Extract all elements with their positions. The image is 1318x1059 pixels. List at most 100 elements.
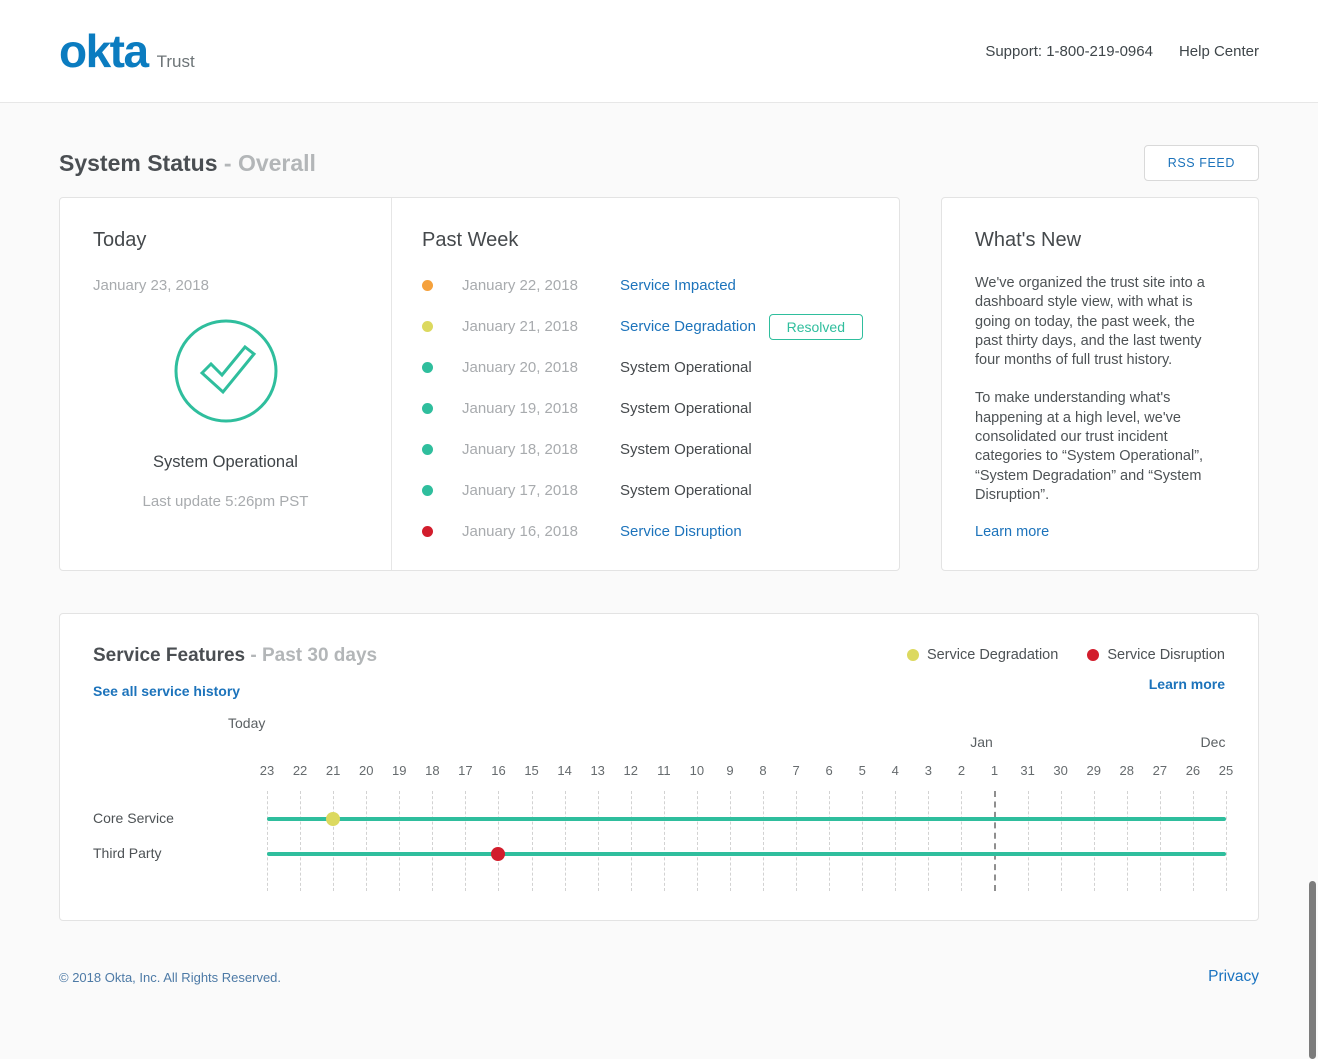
- month-label: Jan: [970, 734, 993, 750]
- axis-tick-label: 12: [624, 763, 638, 778]
- past-week-section: Past Week January 22, 2018Service Impact…: [392, 198, 899, 570]
- gridline: [498, 791, 499, 891]
- incident-dot[interactable]: [491, 847, 505, 861]
- logo[interactable]: okta Trust: [59, 28, 195, 74]
- today-heading: Today: [93, 229, 391, 252]
- whats-new-learn-more-link[interactable]: Learn more: [975, 524, 1049, 540]
- axis-tick-label: 4: [892, 763, 899, 778]
- legend-label: Service Degradation: [927, 647, 1058, 663]
- gridline: [862, 791, 863, 891]
- gridline: [664, 791, 665, 891]
- gridline: [333, 791, 334, 891]
- axis-tick-label: 27: [1153, 763, 1167, 778]
- status-dot: [422, 362, 433, 373]
- past-week-row: January 16, 2018Service Disruption: [422, 511, 863, 552]
- status-dot: [422, 403, 433, 414]
- gridline: [895, 791, 896, 891]
- privacy-link[interactable]: Privacy: [1208, 968, 1259, 986]
- axis-tick-label: 10: [690, 763, 704, 778]
- gridline: [961, 791, 962, 891]
- axis-tick-label: 22: [293, 763, 307, 778]
- status-dot: [422, 321, 433, 332]
- copyright-text: © 2018 Okta, Inc. All Rights Reserved.: [59, 970, 281, 985]
- page-title: System Status - Overall: [59, 150, 316, 177]
- axis-tick-label: 18: [425, 763, 439, 778]
- axis-tick-label: 21: [326, 763, 340, 778]
- axis-tick-label: 5: [859, 763, 866, 778]
- past-week-row: January 21, 2018Service DegradationResol…: [422, 306, 863, 347]
- incident-status-link[interactable]: Service Impacted: [620, 277, 736, 294]
- gridline: [366, 791, 367, 891]
- incident-date: January 20, 2018: [462, 359, 620, 376]
- incident-date: January 18, 2018: [462, 441, 620, 458]
- gridline: [1094, 791, 1095, 891]
- whats-new-card: What's New We've organized the trust sit…: [941, 197, 1259, 571]
- scrollbar-thumb[interactable]: [1309, 881, 1316, 1059]
- service-features-card: Service Features - Past 30 days Service …: [59, 613, 1259, 921]
- chart-legend: Service Degradation Service Disruption: [878, 647, 1225, 663]
- axis-tick-label: 13: [590, 763, 604, 778]
- month-label: Dec: [1201, 734, 1226, 750]
- legend-label: Service Disruption: [1107, 647, 1225, 663]
- today-section: Today January 23, 2018 System Operationa…: [60, 198, 392, 570]
- incident-status-link[interactable]: Service Disruption: [620, 523, 742, 540]
- status-card: Today January 23, 2018 System Operationa…: [59, 197, 900, 571]
- gridline: [730, 791, 731, 891]
- help-center-link[interactable]: Help Center: [1179, 43, 1259, 60]
- incident-date: January 19, 2018: [462, 400, 620, 417]
- incident-status: System Operational: [620, 441, 752, 458]
- gridline: [465, 791, 466, 891]
- resolved-badge[interactable]: Resolved: [769, 314, 863, 340]
- logo-trust-label: Trust: [157, 52, 195, 72]
- footer: © 2018 Okta, Inc. All Rights Reserved. P…: [59, 921, 1259, 986]
- axis-tick-label: 8: [759, 763, 766, 778]
- axis-tick-label: 19: [392, 763, 406, 778]
- page-title-main: System Status: [59, 150, 218, 176]
- rss-feed-button[interactable]: RSS FEED: [1144, 145, 1259, 181]
- gridline: [829, 791, 830, 891]
- gridline: [300, 791, 301, 891]
- page-title-subtitle: - Overall: [224, 150, 316, 176]
- today-date: January 23, 2018: [93, 277, 391, 294]
- incident-date: January 17, 2018: [462, 482, 620, 499]
- okta-logo[interactable]: okta: [59, 28, 148, 74]
- service-timeline: [267, 817, 1226, 821]
- service-timeline: [267, 852, 1226, 856]
- past-week-list: January 22, 2018Service Impacted January …: [422, 265, 863, 552]
- incident-dot[interactable]: [326, 812, 340, 826]
- past-week-row: January 17, 2018System Operational: [422, 470, 863, 511]
- axis-tick-label: 11: [657, 763, 671, 778]
- axis-tick-label: 23: [260, 763, 274, 778]
- today-status-text: System Operational: [93, 453, 391, 472]
- axis-tick-label: 3: [925, 763, 932, 778]
- service-features-learn-more-link[interactable]: Learn more: [1149, 676, 1225, 692]
- gridline: [1028, 791, 1029, 891]
- whats-new-paragraph-1: We've organized the trust site into a da…: [975, 274, 1225, 370]
- axis-tick-label: 31: [1020, 763, 1034, 778]
- incident-status: System Operational: [620, 482, 752, 499]
- legend-item: Service Disruption: [1087, 647, 1225, 663]
- axis-tick-label: 28: [1120, 763, 1134, 778]
- degradation-legend-dot-icon: [907, 649, 919, 661]
- gridline: [432, 791, 433, 891]
- status-dot: [422, 444, 433, 455]
- axis-tick-label: 1: [991, 763, 998, 778]
- incident-status: System Operational: [620, 359, 752, 376]
- service-features-heading: Service Features - Past 30 days: [93, 645, 377, 667]
- past-week-row: January 20, 2018System Operational: [422, 347, 863, 388]
- incident-date: January 16, 2018: [462, 523, 620, 540]
- axis-tick-label: 25: [1219, 763, 1233, 778]
- chart-today-label: Today: [228, 715, 265, 731]
- incident-status-link[interactable]: Service Degradation: [620, 318, 756, 335]
- gridline: [267, 791, 268, 891]
- incident-status: System Operational: [620, 400, 752, 417]
- gridline: [697, 791, 698, 891]
- gridline: [399, 791, 400, 891]
- month-boundary-gridline: [994, 791, 996, 891]
- axis-tick-label: 16: [491, 763, 505, 778]
- incident-date: January 22, 2018: [462, 277, 620, 294]
- see-all-service-history-link[interactable]: See all service history: [93, 683, 240, 699]
- service-row-label: Third Party: [93, 845, 161, 861]
- gridline: [1127, 791, 1128, 891]
- today-last-update: Last update 5:26pm PST: [93, 493, 391, 510]
